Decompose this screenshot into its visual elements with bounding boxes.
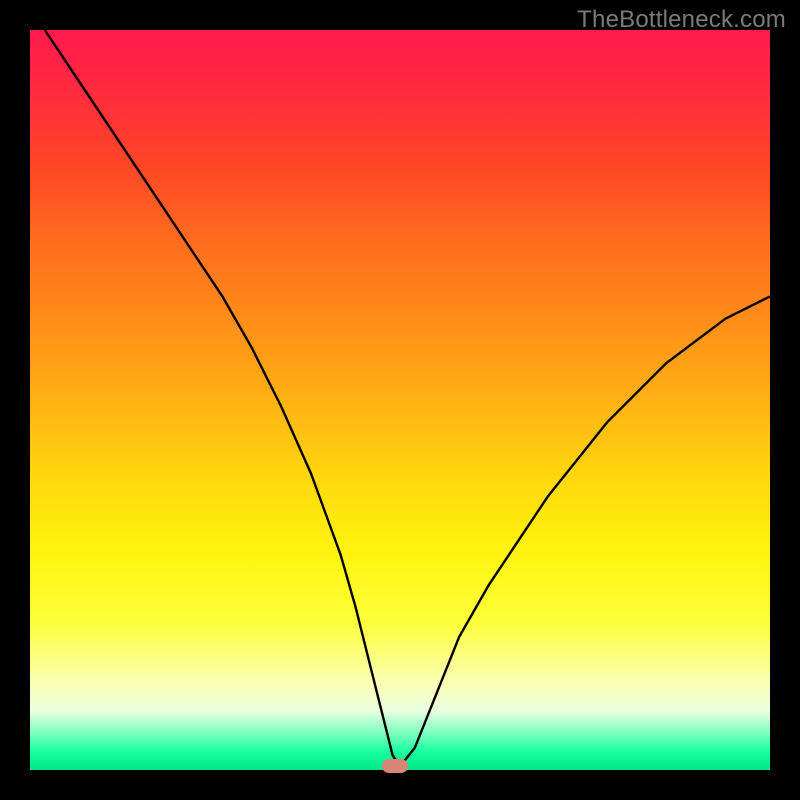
chart-frame: TheBottleneck.com xyxy=(0,0,800,800)
bottleneck-curve xyxy=(30,30,770,770)
minimum-marker xyxy=(382,759,408,773)
plot-area xyxy=(30,30,770,770)
watermark-text: TheBottleneck.com xyxy=(577,6,786,34)
